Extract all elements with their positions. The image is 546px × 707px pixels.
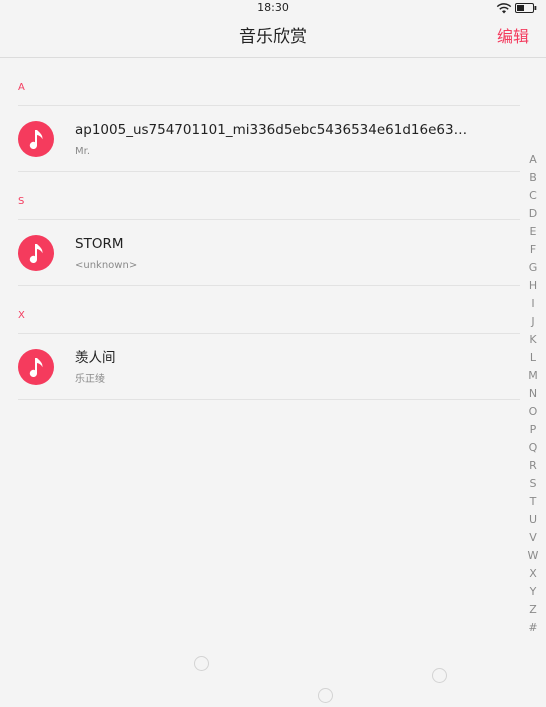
alphabet-index-letter[interactable]: Q <box>525 439 541 457</box>
alphabet-index-letter[interactable]: I <box>525 295 541 313</box>
track-title: ap1005_us754701101_mi336d5ebc5436534e61d… <box>75 122 475 138</box>
app-header: 音乐欣赏 编辑 <box>0 16 546 58</box>
alphabet-index-letter[interactable]: S <box>525 475 541 493</box>
alphabet-index-letter[interactable]: B <box>525 169 541 187</box>
section-header-s: S <box>0 172 546 220</box>
alphabet-index-letter[interactable]: G <box>525 259 541 277</box>
music-note-icon <box>18 235 54 271</box>
page-title: 音乐欣赏 <box>239 27 307 47</box>
track-title: STORM <box>75 236 124 252</box>
track-title: 羡人间 <box>75 350 116 366</box>
alphabet-index-letter[interactable]: C <box>525 187 541 205</box>
alphabet-index[interactable]: A B C D E F G H I J K L M N O P Q R S T U V W X Y Z # <box>525 151 541 637</box>
alphabet-index-letter[interactable]: K <box>525 331 541 349</box>
alphabet-index-letter[interactable]: D <box>525 205 541 223</box>
alphabet-index-letter[interactable]: Z <box>525 601 541 619</box>
alphabet-index-letter[interactable]: J <box>525 313 541 331</box>
alphabet-index-letter[interactable]: W <box>525 547 541 565</box>
battery-icon <box>515 3 537 13</box>
nav-dot-left <box>194 656 209 671</box>
alphabet-index-letter[interactable]: V <box>525 529 541 547</box>
track-artist: Mr. <box>75 146 90 157</box>
status-bar: 18:30 <box>0 0 546 16</box>
status-time: 18:30 <box>257 1 289 14</box>
music-note-icon <box>18 121 54 157</box>
section-letter: A <box>18 82 25 93</box>
alphabet-index-letter[interactable]: M <box>525 367 541 385</box>
alphabet-index-letter[interactable]: L <box>525 349 541 367</box>
wifi-icon <box>496 3 512 14</box>
music-note-icon <box>18 349 54 385</box>
track-row[interactable]: 羡人间 乐正绫 <box>0 334 546 400</box>
section-letter: X <box>18 310 25 321</box>
alphabet-index-letter[interactable]: P <box>525 421 541 439</box>
track-artist: 乐正绫 <box>75 374 105 385</box>
alphabet-index-letter[interactable]: N <box>525 385 541 403</box>
track-artist: <unknown> <box>75 260 138 271</box>
alphabet-index-letter[interactable]: H <box>525 277 541 295</box>
alphabet-index-letter[interactable]: X <box>525 565 541 583</box>
alphabet-index-letter[interactable]: # <box>525 619 541 637</box>
alphabet-index-letter[interactable]: O <box>525 403 541 421</box>
nav-dot-right <box>432 668 447 683</box>
alphabet-index-letter[interactable]: U <box>525 511 541 529</box>
alphabet-index-letter[interactable]: F <box>525 241 541 259</box>
section-letter: S <box>18 196 25 207</box>
alphabet-index-letter[interactable]: A <box>525 151 541 169</box>
track-row[interactable]: STORM <unknown> <box>0 220 546 286</box>
track-row[interactable]: ap1005_us754701101_mi336d5ebc5436534e61d… <box>0 106 546 172</box>
section-header-x: X <box>0 286 546 334</box>
section-header-a: A <box>0 58 546 106</box>
alphabet-index-letter[interactable]: Y <box>525 583 541 601</box>
divider <box>18 399 520 400</box>
alphabet-index-letter[interactable]: E <box>525 223 541 241</box>
nav-dot-center <box>318 688 333 703</box>
track-list: A ap1005_us754701101_mi336d5ebc5436534e6… <box>0 58 546 400</box>
edit-button[interactable]: 编辑 <box>497 16 529 58</box>
alphabet-index-letter[interactable]: R <box>525 457 541 475</box>
alphabet-index-letter[interactable]: T <box>525 493 541 511</box>
